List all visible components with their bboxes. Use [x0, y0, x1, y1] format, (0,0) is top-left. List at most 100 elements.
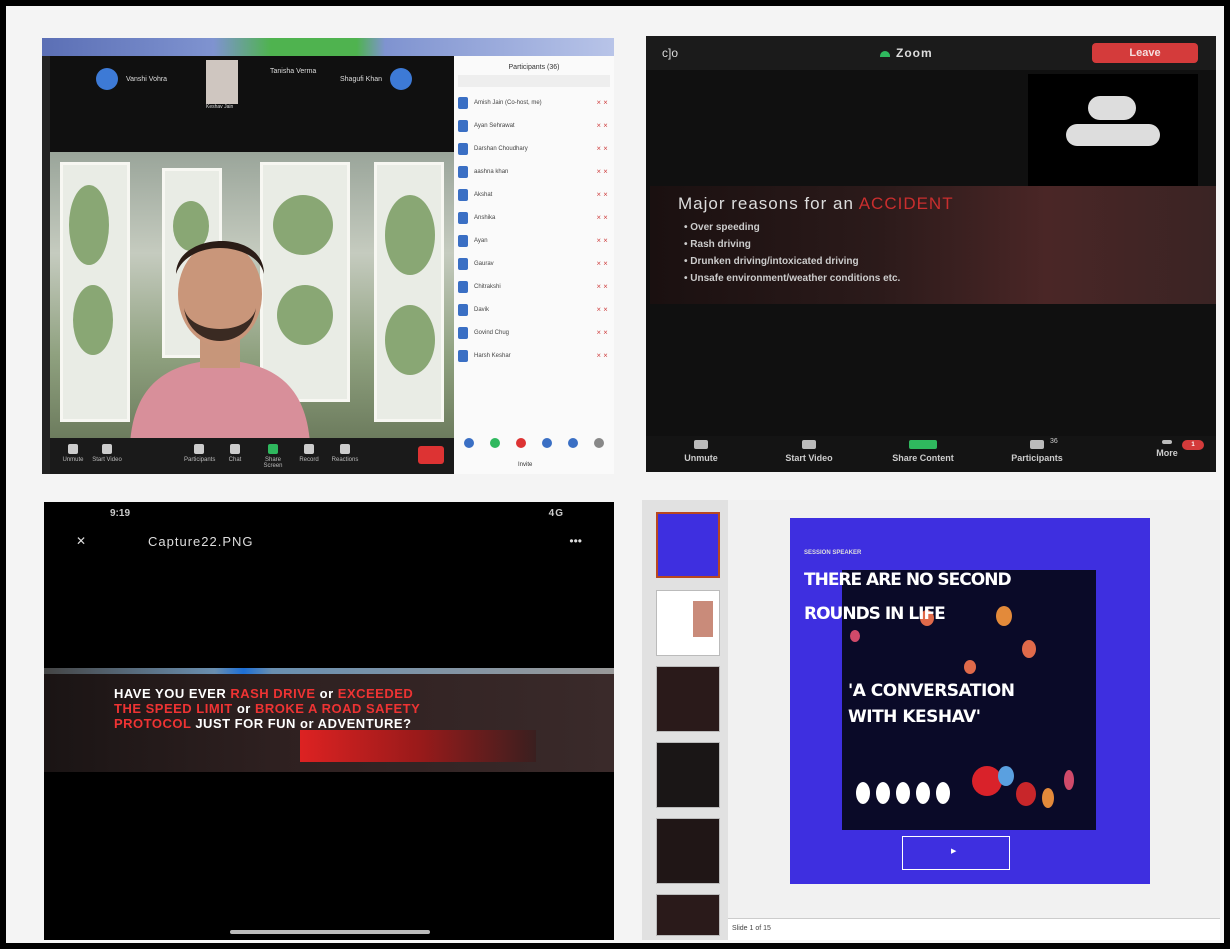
mic-muted-icon: ⨯ ⨯	[596, 100, 608, 106]
thumbnail-tile[interactable]: Vanshi Vohra	[90, 68, 167, 128]
slide-button-box[interactable]: ▶	[902, 836, 1010, 870]
thumbnail-name: Keshav Jain	[206, 104, 234, 111]
slide-title-line: THERE ARE NO SECOND	[804, 570, 1012, 590]
unmute-button[interactable]: Unmute	[58, 444, 88, 463]
participants-search[interactable]	[458, 75, 610, 87]
no-icon[interactable]	[516, 438, 526, 448]
more-button[interactable]: More 1	[1122, 440, 1212, 458]
share-top-bar: c]o Zoom Leave	[646, 36, 1216, 70]
mic-muted-icon: ⨯ ⨯	[596, 123, 608, 129]
chat-button[interactable]: Chat	[220, 444, 250, 463]
bullet: Over speeding	[684, 222, 900, 239]
thumbnail-tile[interactable]: Keshav Jain	[206, 60, 238, 120]
participant-reactions-row	[464, 438, 604, 448]
participant-count: 36	[1050, 438, 1058, 445]
slide-thumbnail[interactable]	[656, 894, 720, 936]
avatar-head-icon	[1088, 96, 1136, 120]
participants-button[interactable]: Participants	[184, 444, 215, 463]
more-icon[interactable]	[594, 438, 604, 448]
end-meeting-button[interactable]	[418, 446, 444, 464]
start-video-button[interactable]: Start Video	[764, 440, 854, 463]
chat-icon	[230, 444, 240, 454]
avatar	[458, 326, 468, 339]
people-icon	[194, 444, 204, 454]
mic-muted-icon: ⨯ ⨯	[596, 238, 608, 244]
yes-icon[interactable]	[490, 438, 500, 448]
mic-muted-icon	[694, 440, 708, 449]
participant-row[interactable]: Gaurav ⨯ ⨯	[454, 252, 614, 275]
mic-muted-icon: ⨯ ⨯	[596, 192, 608, 198]
thumbnail-tile[interactable]: Tanisha Verma	[264, 68, 316, 128]
participant-row[interactable]: Amish Jain (Co-host, me) ⨯ ⨯	[454, 91, 614, 114]
mic-muted-icon: ⨯ ⨯	[596, 261, 608, 267]
banner-text: HAVE YOU EVER RASH DRIVE or EXCEEDED THE…	[114, 686, 421, 731]
participant-name: aashna khan	[474, 168, 509, 175]
reactions-button[interactable]: Reactions	[330, 444, 360, 463]
logo-text: c]o	[662, 46, 679, 60]
meeting-control-bar: Unmute Start Video Share Content Partici…	[646, 436, 1216, 472]
raise-hand-icon[interactable]	[464, 438, 474, 448]
avatar	[458, 165, 468, 178]
ellipsis-icon[interactable]: •••	[569, 534, 582, 548]
avatar	[390, 68, 412, 90]
close-icon[interactable]: ✕	[76, 534, 86, 548]
participant-row[interactable]: Chitrakshi ⨯ ⨯	[454, 275, 614, 298]
mic-muted-icon: ⨯ ⨯	[596, 330, 608, 336]
avatar	[458, 119, 468, 132]
participant-row[interactable]: Anshika ⨯ ⨯	[454, 206, 614, 229]
status-network: 4G	[548, 508, 564, 519]
participant-name: Amish Jain (Co-host, me)	[474, 99, 542, 106]
mic-muted-icon: ⨯ ⨯	[596, 146, 608, 152]
participants-panel: Participants (36) Amish Jain (Co-host, m…	[454, 56, 614, 474]
image-banner: HAVE YOU EVER RASH DRIVE or EXCEEDED THE…	[44, 674, 614, 772]
mic-muted-icon: ⨯ ⨯	[596, 284, 608, 290]
app-name-menu[interactable]: Zoom	[880, 46, 933, 60]
participant-name: Davik	[474, 306, 490, 313]
participant-row[interactable]: Darshan Choudhary ⨯ ⨯	[454, 137, 614, 160]
zoom-gallery-panel: Vanshi Vohra Keshav Jain Tanisha Verma S…	[42, 38, 614, 474]
avatar-body-icon	[1066, 124, 1160, 146]
slide-thumbnail[interactable]	[656, 512, 720, 578]
participant-row[interactable]: Ayan ⨯ ⨯	[454, 229, 614, 252]
leave-button[interactable]: Leave	[1092, 43, 1198, 63]
avatar	[458, 188, 468, 201]
participant-name: Darshan Choudhary	[474, 145, 528, 152]
thumbnail-tile[interactable]: Shagufi Khan	[334, 68, 412, 128]
participants-title: Participants (36)	[508, 64, 560, 71]
slide-thumbnail[interactable]	[656, 590, 720, 656]
slide-canvas: SESSION SPEAKER THERE ARE NO SECOND ROUN…	[728, 500, 1220, 918]
participant-row[interactable]: aashna khan ⨯ ⨯	[454, 160, 614, 183]
camera-icon	[802, 440, 816, 449]
slide-title-line: ROUNDS IN LIFE	[804, 604, 946, 624]
participant-name: Govind Chug	[474, 329, 510, 336]
participants-button[interactable]: Participants 36	[992, 438, 1082, 463]
slower-icon[interactable]	[542, 438, 552, 448]
participant-row[interactable]: Harsh Keshar ⨯ ⨯	[454, 344, 614, 367]
participant-row[interactable]: Davik ⨯ ⨯	[454, 298, 614, 321]
unmute-button[interactable]: Unmute	[656, 440, 746, 463]
participant-row[interactable]: Ayan Sehrawat ⨯ ⨯	[454, 114, 614, 137]
status-bar: Slide 1 of 15	[728, 918, 1220, 940]
participant-row[interactable]: Akshat ⨯ ⨯	[454, 183, 614, 206]
share-icon	[909, 440, 937, 449]
record-button[interactable]: Record	[294, 444, 324, 463]
slide-thumbnail[interactable]	[656, 742, 720, 808]
bullet: Unsafe environment/weather conditions et…	[684, 273, 900, 290]
slide-thumbnail[interactable]	[656, 666, 720, 732]
slide-thumbnail[interactable]	[656, 818, 720, 884]
participant-name: Ayan	[474, 237, 488, 244]
record-icon	[304, 444, 314, 454]
share-content-button[interactable]: Share Content	[878, 440, 968, 463]
people-icon	[1030, 440, 1044, 449]
active-slide[interactable]: SESSION SPEAKER THERE ARE NO SECOND ROUN…	[790, 518, 1150, 884]
start-video-button[interactable]: Start Video	[92, 444, 122, 463]
participant-row[interactable]: Govind Chug ⨯ ⨯	[454, 321, 614, 344]
faster-icon[interactable]	[568, 438, 578, 448]
invite-button[interactable]: Invite	[518, 462, 532, 468]
phone-image-viewer-panel: 9:19 4G ✕ Capture22.PNG ••• HAVE YOU EVE…	[44, 502, 614, 940]
participant-name: Anshika	[474, 214, 496, 221]
home-indicator[interactable]	[230, 930, 430, 934]
share-screen-button[interactable]: Share Screen	[258, 444, 288, 469]
slide-kicker: SESSION SPEAKER	[804, 550, 862, 556]
zoom-share-panel: c]o Zoom Leave Major reasons for an ACCI…	[646, 36, 1216, 472]
